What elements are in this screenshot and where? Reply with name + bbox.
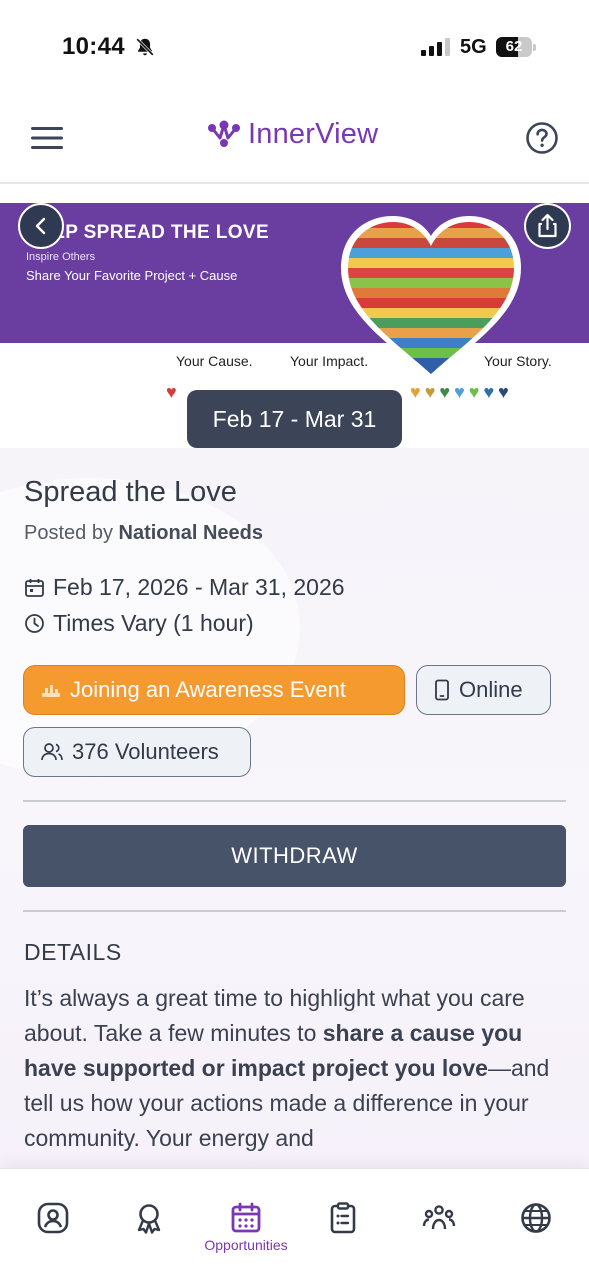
withdraw-button[interactable]: WITHDRAW	[23, 825, 566, 887]
category-chip[interactable]: Joining an Awareness Event	[23, 665, 405, 715]
date-range-badge: Feb 17 - Mar 31	[187, 390, 402, 448]
hero-impact-text: Your Impact.	[290, 353, 369, 369]
community-icon	[422, 1205, 456, 1230]
profile-icon	[37, 1202, 69, 1234]
nav-label-opportunities: Opportunities	[204, 1237, 288, 1253]
signal-icon	[421, 38, 450, 56]
app-header: InnerView	[0, 96, 589, 184]
details-heading: DETAILS	[24, 939, 122, 965]
nav-community[interactable]	[399, 1201, 479, 1235]
award-icon	[137, 1204, 161, 1234]
time-text: Times Vary (1 hour)	[53, 610, 254, 636]
hero-story-text: Your Story.	[484, 353, 552, 369]
battery-tip	[533, 44, 536, 51]
posted-by-prefix: Posted by	[24, 522, 113, 544]
help-icon[interactable]	[525, 121, 559, 155]
date-row: Feb 17, 2026 - Mar 31, 2026	[24, 574, 345, 601]
bell-off-icon	[136, 38, 154, 56]
divider	[23, 910, 566, 912]
hearts-row-icon: ♥♥♥♥♥♥♥	[410, 382, 513, 402]
status-bar: 10:44 5G 62	[0, 0, 589, 96]
hero-tagline: Share Your Favorite Project + Cause	[26, 268, 238, 283]
bottom-nav: Opportunities	[0, 1168, 589, 1280]
clock-icon	[25, 614, 44, 633]
globe-icon	[521, 1203, 551, 1233]
divider	[23, 800, 566, 802]
nav-profile[interactable]	[13, 1201, 93, 1235]
time-row: Times Vary (1 hour)	[24, 610, 254, 637]
nav-global[interactable]	[496, 1201, 576, 1235]
calendar-icon	[25, 579, 44, 597]
brand-logo: InnerView	[206, 118, 378, 151]
organization-name[interactable]: National Needs	[119, 522, 263, 544]
network-type: 5G	[460, 36, 487, 58]
share-icon	[538, 213, 557, 238]
phone-icon	[435, 679, 449, 701]
category-label: Joining an Awareness Event	[70, 677, 346, 702]
volunteers-chip[interactable]: 376 Volunteers	[23, 727, 251, 777]
chevron-left-icon	[35, 217, 46, 235]
status-time: 10:44	[62, 33, 125, 60]
opportunity-title: Spread the Love	[24, 476, 237, 508]
hero-subtitle: Inspire Others	[26, 251, 96, 263]
nav-opportunities[interactable]: Opportunities	[204, 1201, 288, 1253]
menu-icon[interactable]	[30, 125, 64, 151]
date-range-text: Feb 17, 2026 - Mar 31, 2026	[53, 574, 345, 600]
users-icon	[41, 743, 63, 761]
nav-tasks[interactable]	[303, 1201, 383, 1235]
hero-cause-text: Your Cause.	[176, 353, 253, 369]
nav-awards[interactable]	[109, 1201, 189, 1235]
battery-level: 62	[505, 38, 523, 55]
brand-name: InnerView	[248, 118, 379, 150]
posted-by: Posted by National Needs	[24, 522, 263, 545]
location-label: Online	[459, 677, 523, 702]
battery-icon: 62	[496, 37, 532, 57]
share-button[interactable]	[524, 203, 571, 249]
volunteers-label: 376 Volunteers	[72, 739, 219, 764]
innerview-logo-icon	[208, 120, 240, 147]
calendar-icon	[231, 1202, 261, 1233]
back-button[interactable]	[18, 203, 64, 249]
megaphone-icon	[42, 685, 60, 697]
heart-icon: ♥	[166, 382, 181, 402]
location-chip[interactable]: Online	[416, 665, 551, 715]
details-body: It’s always a great time to highlight wh…	[24, 981, 554, 1156]
opportunity-details: Spread the Love Posted by National Needs…	[0, 448, 589, 1168]
clipboard-icon	[330, 1202, 356, 1234]
